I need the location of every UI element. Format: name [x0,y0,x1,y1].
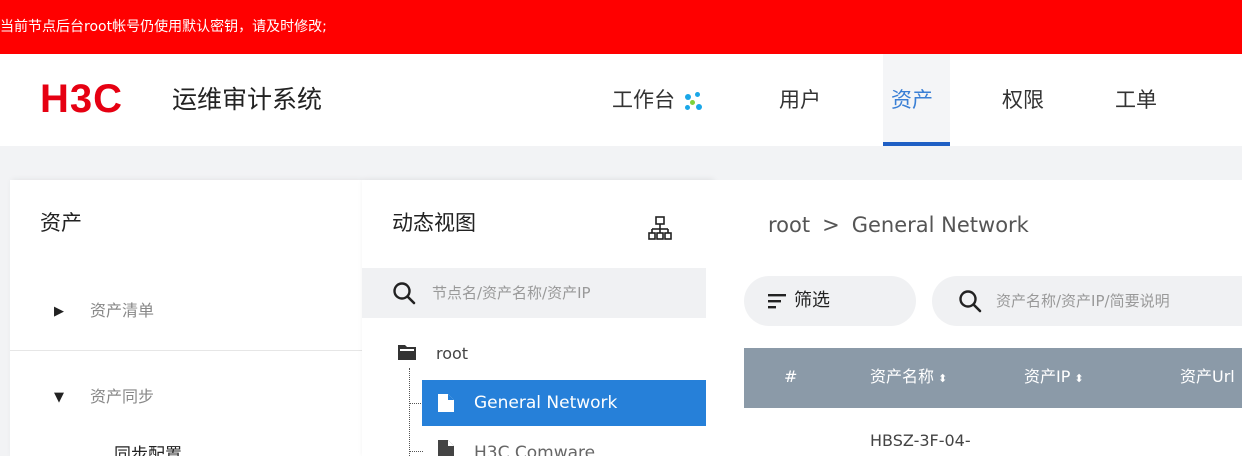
sidebar-item-label: 资产清单 [90,301,155,320]
asset-search-input[interactable] [996,286,1242,316]
top-navigation: H3C 运维审计系统 工作台 用户 资产 权限 工单 [0,54,1242,146]
search-icon [393,282,416,305]
filter-lines-icon [768,294,786,309]
sort-icon: ⬍ [938,372,948,385]
org-tree-icon[interactable] [648,216,672,242]
sort-icon: ⬍ [1074,372,1084,385]
nav-workbench-label: 工作台 [612,88,675,112]
nav-permissions[interactable]: 权限 [1002,82,1044,118]
node-search-input[interactable] [432,278,692,308]
divider [10,350,362,351]
tree-connector [409,451,423,452]
column-header-asset-name[interactable]: 资产名称 ⬍ [870,366,947,390]
tree-node-label: General Network [474,393,618,413]
sidebar-subitem-sync-config[interactable]: 同步配置 [114,444,182,456]
column-header-asset-url[interactable]: 资产Url [1180,366,1235,388]
breadcrumb-current: General Network [851,213,1029,237]
tree-node-h3c-comware[interactable]: H3C Comware [422,434,706,456]
asset-table-header: # 资产名称 ⬍ 资产IP ⬍ 资产Url [744,348,1242,408]
tree-root-node[interactable]: root [436,344,468,364]
folder-icon [398,345,416,360]
table-cell-asset-name[interactable]: HBSZ-3F-04- [870,430,971,452]
document-icon [438,394,454,412]
sidebar-item-asset-list[interactable]: ▶ 资产清单 [10,270,362,354]
column-header-label: 资产名称 [870,367,935,386]
default-key-warning-banner: 当前节点后台root帐号仍使用默认密钥，请及时修改; [0,0,1242,54]
workbench-sparkle-icon [683,90,705,112]
tree-node-label: H3C Comware [474,443,596,456]
column-header-index: # [784,367,798,386]
breadcrumb: root > General Network [768,210,1029,240]
sidebar-item-label: 资产同步 [90,387,155,406]
assets-panel-title: 资产 [40,211,82,235]
node-search-box [362,268,706,318]
tree-connector [409,368,410,456]
caret-down-icon: ▼ [54,390,64,405]
warning-text: 当前节点后台root帐号仍使用默认密钥，请及时修改; [0,19,327,35]
nav-users[interactable]: 用户 [779,82,821,118]
filter-button[interactable]: 筛选 [744,276,916,326]
nav-active-underline [883,142,950,146]
system-title: 运维审计系统 [172,85,323,114]
dynamic-view-title: 动态视图 [392,211,476,235]
document-icon [438,440,454,456]
nav-workbench[interactable]: 工作台 [612,82,705,118]
tree-node-general-network[interactable]: General Network [422,380,706,426]
assets-sidebar: 资产 ▶ 资产清单 ▼ 资产同步 同步配置 [10,180,362,456]
column-header-asset-ip[interactable]: 资产IP ⬍ [1024,366,1084,390]
asset-search-box [932,276,1242,326]
tree-connector [409,403,423,404]
nav-assets[interactable]: 资产 [891,82,933,118]
search-icon [959,290,982,313]
column-header-label: 资产IP [1024,367,1071,386]
filter-label: 筛选 [794,290,830,311]
sidebar-item-asset-sync[interactable]: ▼ 资产同步 [10,356,362,440]
breadcrumb-root[interactable]: root [768,213,810,237]
asset-list-panel: root>General Network 筛选 # 资产名称⬍ 资产IP⬍ 资产… [712,180,1242,456]
caret-right-icon: ▶ [54,304,64,319]
h3c-logo: H3C [40,77,124,121]
breadcrumb-separator: > [822,213,840,237]
nav-tickets[interactable]: 工单 [1115,82,1157,118]
dynamic-view-panel: 动态视图 root General Network [362,180,712,456]
